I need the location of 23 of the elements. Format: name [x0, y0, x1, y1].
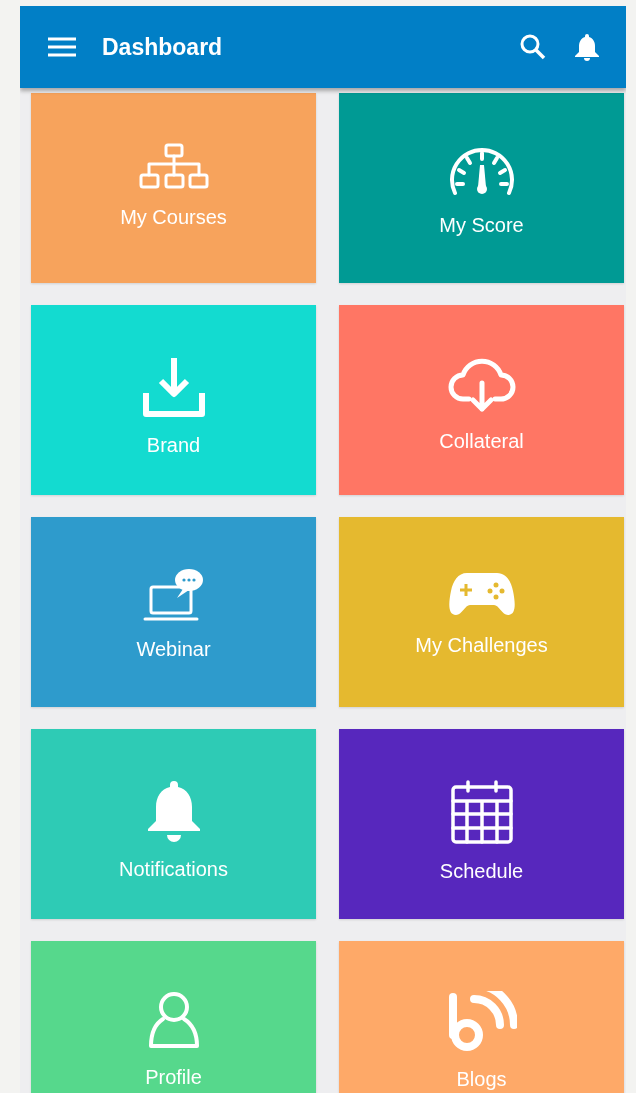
dashboard-tile[interactable]: Profile [31, 941, 316, 1093]
hierarchy-icon [138, 143, 209, 191]
dashboard-tile[interactable]: Blogs [339, 941, 624, 1093]
dashboard-tile[interactable]: My Courses [31, 93, 316, 283]
dashboard-tile[interactable]: Notifications [31, 729, 316, 919]
dashboard-tile[interactable]: Collateral [339, 305, 624, 495]
blog-feed-icon [446, 991, 517, 1053]
notifications-button[interactable] [574, 33, 600, 61]
calendar-icon [449, 779, 514, 845]
dashboard-tile[interactable]: My Challenges [339, 517, 624, 707]
dashboard-tile[interactable]: Schedule [339, 729, 624, 919]
dashboard-tile[interactable]: Brand [31, 305, 316, 495]
app-title: Dashboard [102, 33, 224, 61]
bell-icon [574, 33, 600, 61]
laptop-chat-icon [142, 567, 205, 623]
menu-button[interactable] [48, 37, 76, 57]
search-icon [520, 34, 546, 60]
download-tray-icon [140, 355, 207, 419]
dashboard-tile[interactable]: My Score [339, 93, 624, 283]
menu-icon [48, 37, 76, 57]
bell-icon [145, 779, 202, 843]
search-button[interactable] [520, 34, 546, 60]
dashboard-tile[interactable]: Webinar [31, 517, 316, 707]
